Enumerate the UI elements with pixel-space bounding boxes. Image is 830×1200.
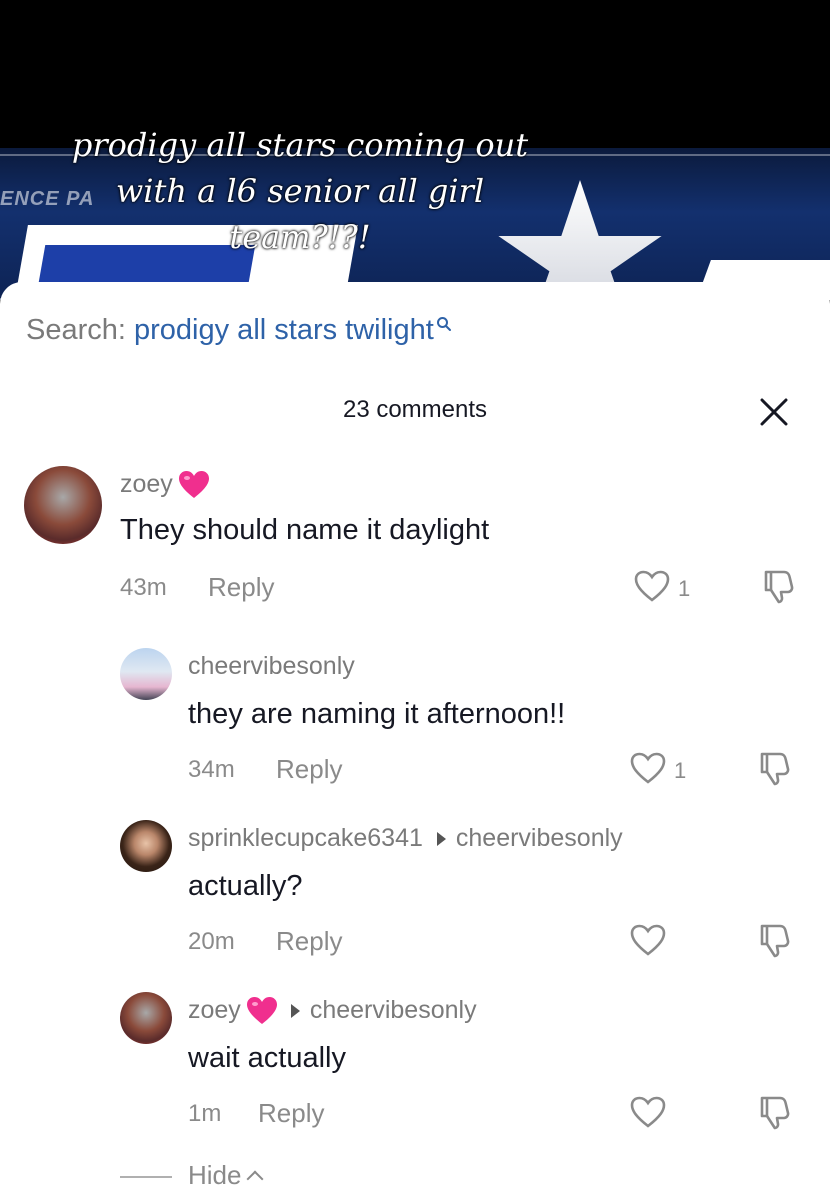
- hide-replies-button[interactable]: Hide: [120, 1160, 264, 1191]
- reply-button[interactable]: Reply: [276, 926, 342, 957]
- caption-line: team?!?!: [229, 218, 371, 256]
- video-frame[interactable]: ENCE PA prodigy all stars coming out wit…: [0, 0, 830, 300]
- close-icon[interactable]: [758, 396, 790, 428]
- dislike-icon[interactable]: [756, 750, 792, 786]
- username-text[interactable]: sprinklecupcake6341: [188, 824, 423, 852]
- comment-username[interactable]: cheervibesonly: [188, 652, 355, 681]
- search-icon: [436, 317, 451, 331]
- pink-heart-emoji-icon: [246, 997, 277, 1025]
- reply-button[interactable]: Reply: [276, 754, 342, 785]
- chevron-up-icon: [246, 1170, 264, 1188]
- avatar[interactable]: [24, 466, 102, 544]
- dislike-icon[interactable]: [760, 568, 796, 604]
- dislike-icon[interactable]: [756, 922, 792, 958]
- reply-to-username[interactable]: cheervibesonly: [456, 824, 623, 852]
- comment-username: sprinklecupcake6341 cheervibesonly: [188, 824, 623, 853]
- username-text[interactable]: zoey: [188, 996, 241, 1024]
- comment-text: wait actually: [188, 1042, 346, 1074]
- like-count: 1: [678, 576, 691, 601]
- search-query-link[interactable]: prodigy all stars twilight: [134, 314, 434, 346]
- like-heart-icon[interactable]: [634, 570, 670, 602]
- comment-username: zoey cheervibesonly: [188, 996, 477, 1025]
- pink-heart-emoji-icon: [178, 471, 209, 499]
- like-heart-icon[interactable]: [630, 752, 666, 784]
- comment-time: 20m: [188, 928, 235, 955]
- comments-count: 23 comments: [342, 396, 488, 423]
- comment-time: 1m: [188, 1100, 222, 1127]
- comment-text: actually?: [188, 870, 303, 902]
- comment-time: 34m: [188, 756, 235, 783]
- like-count: 1: [674, 758, 687, 783]
- avatar[interactable]: [120, 992, 172, 1044]
- divider: [120, 1176, 172, 1179]
- reply-button[interactable]: Reply: [208, 572, 274, 603]
- comment-text: They should name it daylight: [120, 514, 490, 546]
- like-heart-icon[interactable]: [630, 924, 666, 956]
- reply-arrow-icon: [436, 832, 446, 847]
- like-heart-icon[interactable]: [630, 1096, 666, 1128]
- comment-time: 43m: [120, 574, 167, 601]
- reply-to-username[interactable]: cheervibesonly: [310, 996, 477, 1024]
- caption-line: with a l6 senior all girl: [115, 172, 485, 210]
- avatar[interactable]: [120, 820, 172, 872]
- video-caption: prodigy all stars coming out with a l6 s…: [0, 122, 600, 260]
- caption-line: prodigy all stars coming out: [71, 126, 529, 164]
- reply-arrow-icon: [290, 1004, 300, 1019]
- hide-label: Hide: [188, 1160, 242, 1190]
- avatar[interactable]: [120, 648, 172, 700]
- search-suggestion[interactable]: Search: prodigy all stars twilight: [26, 314, 452, 347]
- comment-username[interactable]: zoey: [120, 470, 209, 499]
- reply-button[interactable]: Reply: [258, 1098, 324, 1129]
- comments-sheet: Search: prodigy all stars twilight 23 co…: [0, 282, 830, 1200]
- comment-text: they are naming it afternoon!!: [188, 698, 566, 730]
- search-label: Search:: [26, 314, 126, 346]
- dislike-icon[interactable]: [756, 1094, 792, 1130]
- username-text[interactable]: zoey: [120, 470, 173, 498]
